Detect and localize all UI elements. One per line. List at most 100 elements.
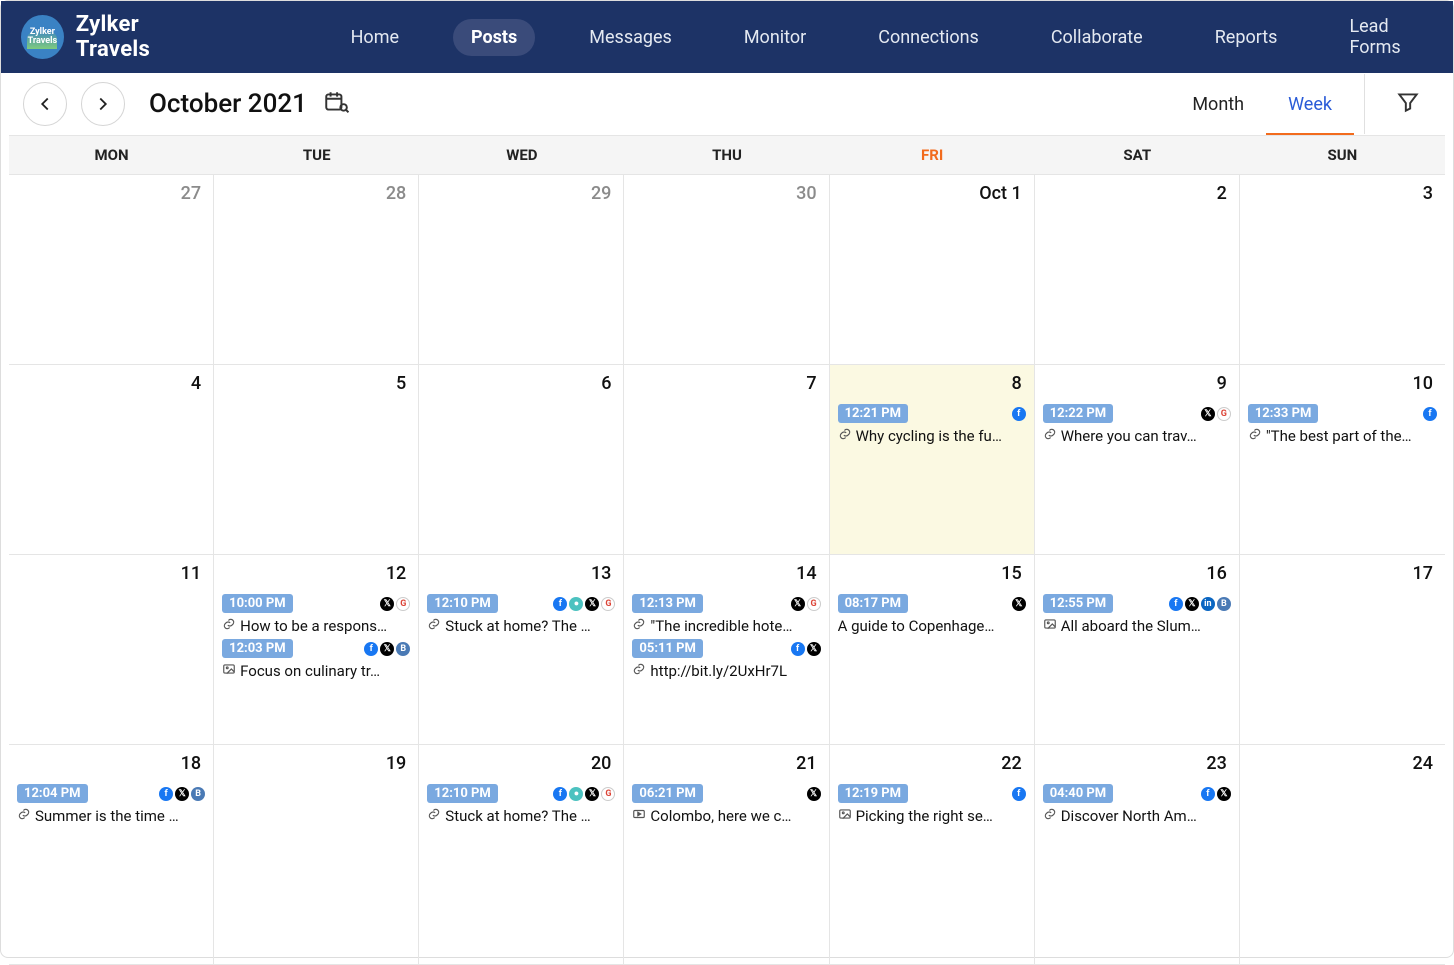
calendar-cell[interactable]: 2304:40 PMf𝕏Discover North Am… [1035,745,1240,964]
scheduled-post[interactable]: 04:40 PMf𝕏Discover North Am… [1043,784,1231,825]
nav-item-home[interactable]: Home [333,19,417,56]
calendar-cell[interactable]: 1412:13 PM𝕏G"The incredible hote…05:11 P… [624,555,829,744]
next-button[interactable] [81,82,125,126]
post-body: Picking the right se… [838,807,1026,825]
calendar-cell[interactable]: 912:22 PM𝕏GWhere you can trav… [1035,365,1240,554]
view-toggle: Month Week [1170,78,1354,131]
g-icon: G [601,787,615,801]
calendar-cell[interactable]: 812:21 PMfWhy cycling is the fu… [830,365,1035,554]
fb-icon: f [1012,787,1026,801]
calendar-cell[interactable]: 30 [624,175,829,364]
post-time-badge: 10:00 PM [222,594,293,613]
post-text: A guide to Copenhage… [838,617,995,635]
x-icon: 𝕏 [1185,597,1199,611]
calendar-cell[interactable]: 1012:33 PMf"The best part of the… [1240,365,1445,554]
calendar-cell[interactable]: 24 [1240,745,1445,964]
x-icon: 𝕏 [585,597,599,611]
scheduled-post[interactable]: 12:22 PM 𝕏G Where you can trav… [1043,404,1231,445]
date-number: 30 [632,181,820,210]
nav-item-reports[interactable]: Reports [1197,19,1296,56]
filter-icon[interactable] [1385,89,1431,119]
view-tab-week[interactable]: Week [1266,78,1354,131]
post-social-icons: f●𝕏G [553,597,615,611]
g-icon: G [807,597,821,611]
post-text: http://bit.ly/2UxHr7L [650,662,787,680]
nav-item-monitor[interactable]: Monitor [726,19,824,56]
post-time-badge: 12:03 PM [222,639,293,658]
calendar-cell[interactable]: 3 [1240,175,1445,364]
scheduled-post[interactable]: 06:21 PM𝕏Colombo, here we c… [632,784,820,825]
post-body: http://bit.ly/2UxHr7L [632,662,820,680]
date-number: 19 [222,751,410,780]
calendar-cell[interactable]: 4 [9,365,214,554]
nav-item-lead-forms[interactable]: Lead Forms [1331,8,1433,66]
fb-icon: f [791,642,805,656]
calendar-cell[interactable]: 7 [624,365,829,554]
calendar-cell[interactable]: 2012:10 PMf●𝕏GStuck at home? The … [419,745,624,964]
calendar-cell[interactable]: 1210:00 PM𝕏GHow to be a respons…12:03 PM… [214,555,419,744]
calendar-cell[interactable]: 1612:55 PMf𝕏inBAll aboard the Slum… [1035,555,1240,744]
calendar-cell[interactable]: 6 [419,365,624,554]
post-body: How to be a respons… [222,617,410,635]
scheduled-post[interactable]: 12:13 PM𝕏G"The incredible hote… [632,594,820,635]
calendar-cell[interactable]: 17 [1240,555,1445,744]
post-time-badge: 12:21 PM [838,404,909,423]
nav-item-collaborate[interactable]: Collaborate [1033,19,1161,56]
fb-icon: f [1423,407,1437,421]
calendar-cell[interactable]: 15 08:17 PM𝕏A guide to Copenhage… [830,555,1035,744]
scheduled-post[interactable]: 05:11 PMf𝕏http://bit.ly/2UxHr7L [632,639,820,680]
calendar-cell[interactable]: 2106:21 PM𝕏Colombo, here we c… [624,745,829,964]
calendar-cell[interactable]: 2212:19 PMfPicking the right se… [830,745,1035,964]
nav-item-messages[interactable]: Messages [571,19,690,56]
date-number: 15 [838,561,1026,590]
post-social-icons: 𝕏G [1201,407,1231,421]
post-body: Discover North Am… [1043,807,1231,825]
link-icon [222,617,236,635]
calendar-cell[interactable]: Oct 1 [830,175,1035,364]
calendar-cell[interactable]: 11 [9,555,214,744]
scheduled-post[interactable]: 12:03 PMf𝕏BFocus on culinary tr… [222,639,410,680]
calendar-cell[interactable]: 28 [214,175,419,364]
post-body: All aboard the Slum… [1043,617,1231,635]
post-body: Stuck at home? The … [427,617,615,635]
scheduled-post[interactable]: 10:00 PM𝕏GHow to be a respons… [222,594,410,635]
weekday-wed: WED [419,136,624,174]
scheduled-post[interactable]: 12:55 PMf𝕏inBAll aboard the Slum… [1043,594,1231,635]
scheduled-post[interactable]: 12:10 PMf●𝕏GStuck at home? The … [427,784,615,825]
post-text: Where you can trav… [1061,427,1197,445]
b-icon: B [396,642,410,656]
in-icon: in [1201,597,1215,611]
scheduled-post[interactable]: 12:33 PMf"The best part of the… [1248,404,1437,445]
view-tab-month[interactable]: Month [1170,78,1266,131]
post-time-badge: 12:22 PM [1043,404,1114,423]
scheduled-post[interactable]: 12:21 PMfWhy cycling is the fu… [838,404,1026,445]
fb-icon: f [1169,597,1183,611]
post-social-icons: f [1012,407,1026,421]
calendar-cell[interactable]: 2 [1035,175,1240,364]
calendar-cell[interactable]: 5 [214,365,419,554]
calendar-cell[interactable]: 27 [9,175,214,364]
fb-icon: f [1012,407,1026,421]
calendar-cell[interactable]: 1312:10 PMf●𝕏GStuck at home? The … [419,555,624,744]
image-icon [1043,617,1057,635]
fb-icon: f [553,597,567,611]
post-social-icons: f𝕏 [791,642,821,656]
scheduled-post[interactable]: 12:10 PMf●𝕏GStuck at home? The … [427,594,615,635]
calendar-cell[interactable]: 1812:04 PMf𝕏BSummer is the time … [9,745,214,964]
scheduled-post[interactable]: 12:19 PMfPicking the right se… [838,784,1026,825]
scheduled-post[interactable]: 12:04 PMf𝕏BSummer is the time … [17,784,205,825]
nav-item-posts[interactable]: Posts [453,19,535,56]
post-body: "The best part of the… [1248,427,1437,445]
calendar-cell[interactable]: 19 [214,745,419,964]
gr-icon: ● [569,597,583,611]
nav-item-connections[interactable]: Connections [860,19,997,56]
prev-button[interactable] [23,82,67,126]
brand-logo: Zylker Travels [21,15,64,59]
calendar-cell[interactable]: 29 [419,175,624,364]
scheduled-post[interactable]: 08:17 PM𝕏A guide to Copenhage… [838,594,1026,635]
post-social-icons: f●𝕏G [553,787,615,801]
post-time-badge: 06:21 PM [632,784,703,803]
date-number: 14 [632,561,820,590]
date-number: 10 [1248,371,1437,400]
calendar-search-icon[interactable] [323,89,349,119]
